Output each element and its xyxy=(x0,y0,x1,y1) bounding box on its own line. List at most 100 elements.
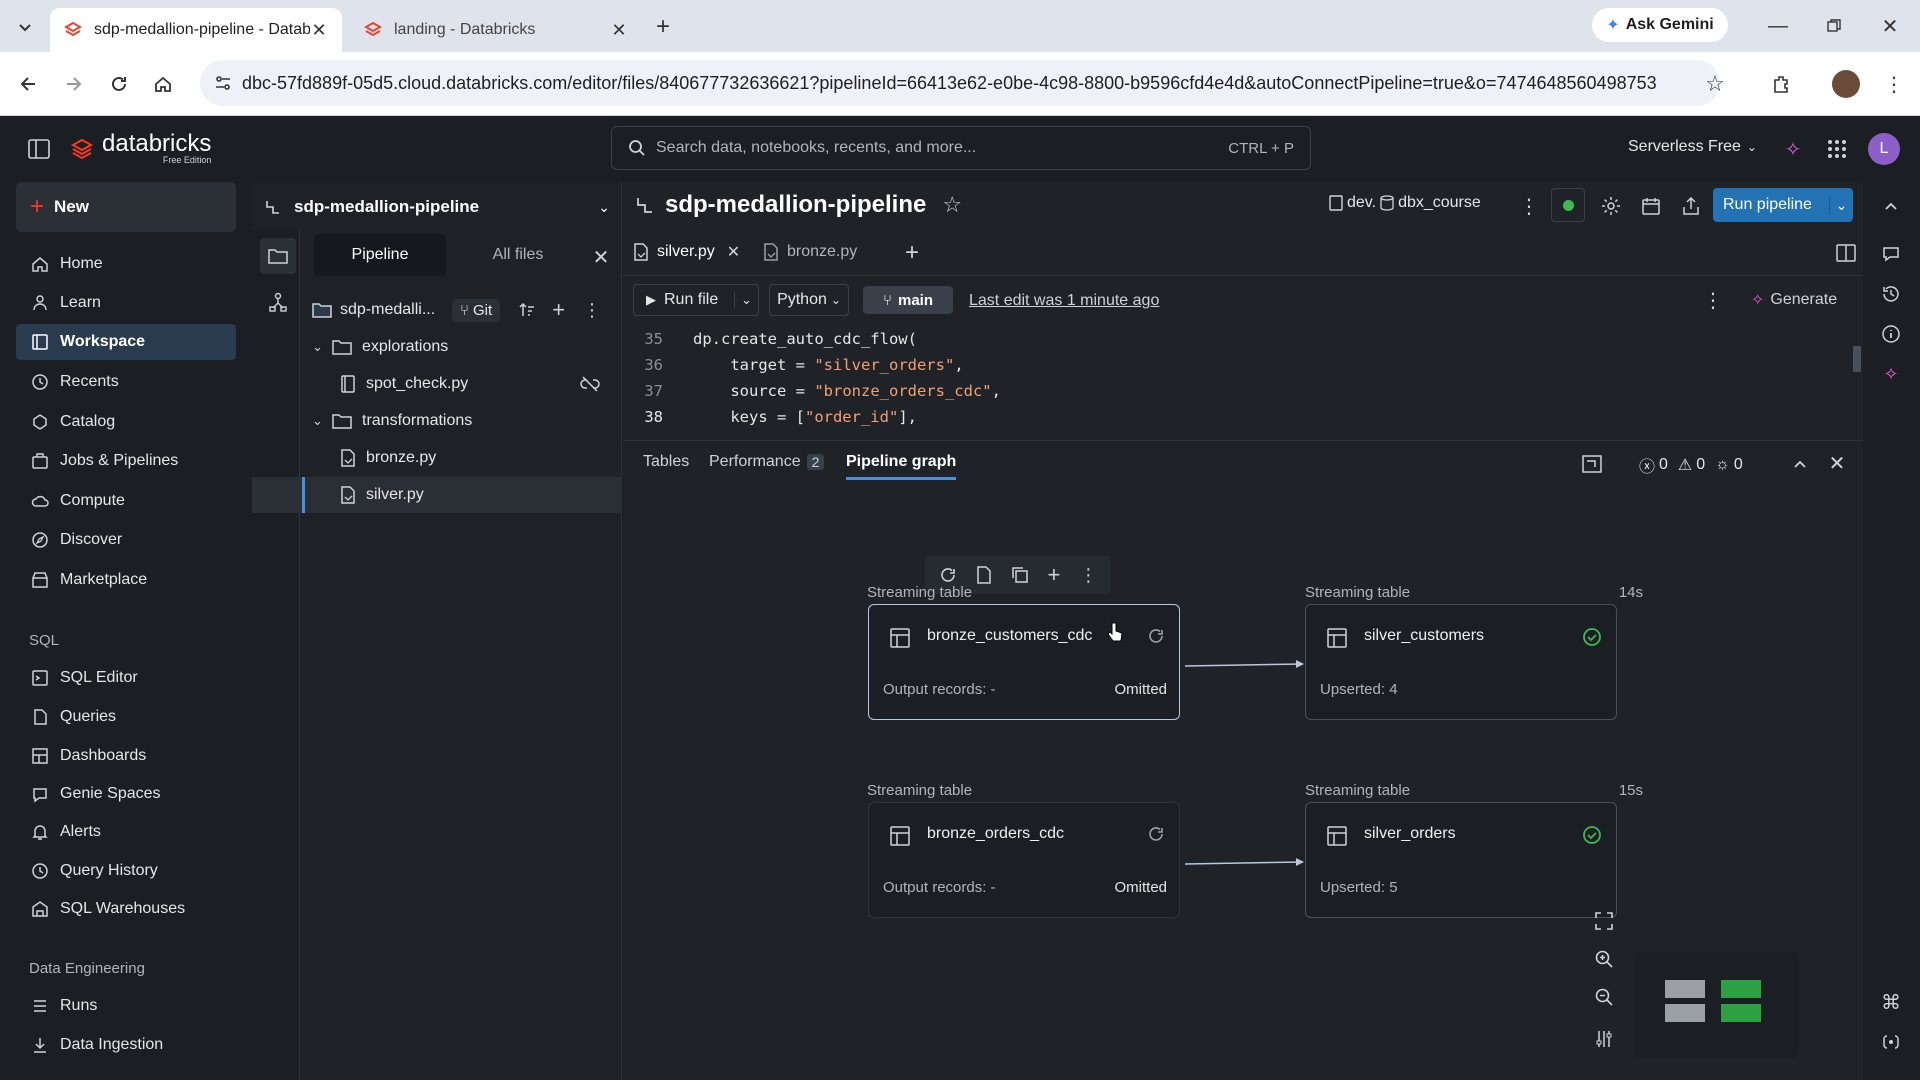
nav-item-alerts[interactable]: Alerts xyxy=(16,814,236,850)
tree-folder-explorations[interactable]: ⌄ explorations xyxy=(312,329,632,365)
close-tab-icon[interactable]: ✕ xyxy=(310,20,328,41)
branch-badge[interactable]: ⑂ main xyxy=(863,286,953,314)
nav-item-marketplace[interactable]: Marketplace xyxy=(16,562,236,598)
tree-file-spot-check[interactable]: spot_check.py xyxy=(340,366,620,402)
file-tab-silver[interactable]: silver.py ✕ xyxy=(633,234,753,270)
nav-item-discover[interactable]: Discover xyxy=(16,522,236,558)
issue-counters[interactable]: ⓧ 0 ⚠ 0 ☼ 0 xyxy=(1639,453,1743,477)
generate-button[interactable]: ✧ Generate xyxy=(1751,290,1837,310)
tab-tables[interactable]: Tables xyxy=(643,453,689,471)
comments-icon[interactable] xyxy=(1879,242,1903,266)
nav-item-sql-warehouses[interactable]: SQL Warehouses xyxy=(16,891,236,927)
tree-folder-transformations[interactable]: ⌄ transformations xyxy=(312,403,632,439)
browser-menu-icon[interactable]: ⋮ xyxy=(1882,69,1906,99)
home-page-icon[interactable] xyxy=(148,69,178,99)
nav-item-sql-editor[interactable]: SQL Editor xyxy=(16,660,236,696)
unlink-icon[interactable] xyxy=(580,376,600,392)
nav-item-data-ingestion[interactable]: Data Ingestion xyxy=(16,1027,236,1063)
more-options-icon[interactable]: ⋮ xyxy=(1703,288,1723,312)
restore-window-icon[interactable] xyxy=(1816,12,1852,40)
folder-rail-icon[interactable] xyxy=(260,238,296,274)
global-search-input[interactable]: Search data, notebooks, recents, and mor… xyxy=(611,126,1311,170)
reload-icon[interactable] xyxy=(104,69,134,99)
panel-tab-pipeline[interactable]: Pipeline xyxy=(314,234,446,276)
chevron-up-icon[interactable] xyxy=(1789,453,1811,475)
profile-avatar[interactable] xyxy=(1832,70,1860,98)
nav-item-queries[interactable]: Queries xyxy=(16,699,236,735)
fit-view-icon[interactable] xyxy=(1591,908,1617,934)
settings-gear-icon[interactable] xyxy=(1597,192,1625,220)
code-assistant-icon[interactable] xyxy=(1879,1030,1903,1054)
new-button[interactable]: + New xyxy=(16,182,236,232)
close-tab-icon[interactable]: ✕ xyxy=(727,242,740,262)
browser-tab[interactable]: landing - Databricks ✕ xyxy=(350,8,642,52)
assistant-sparkle-icon[interactable]: ✧ xyxy=(1780,136,1806,162)
nav-item-jobs-pipelines[interactable]: Jobs & Pipelines xyxy=(16,443,236,479)
pipeline-graph-canvas[interactable]: + ⋮ Streaming table Streaming table 14s … xyxy=(623,488,1863,1080)
user-avatar[interactable]: L xyxy=(1868,133,1900,165)
schedule-calendar-icon[interactable] xyxy=(1637,192,1665,220)
nav-item-learn[interactable]: Learn xyxy=(16,285,236,321)
chevron-down-icon[interactable]: ⌄ xyxy=(1829,196,1853,214)
add-tab-icon[interactable]: + xyxy=(899,239,925,266)
run-file-button[interactable]: ▶ Run file ⌄ xyxy=(633,284,759,316)
nav-item-recents[interactable]: Recents xyxy=(16,364,236,400)
close-tab-icon[interactable]: ✕ xyxy=(610,20,628,41)
back-icon[interactable] xyxy=(14,69,44,99)
nav-item-home[interactable]: Home xyxy=(16,246,236,282)
tab-pipeline-graph[interactable]: Pipeline graph xyxy=(846,453,957,480)
catalog-schema-selector[interactable]: dev. dbx_course xyxy=(1329,194,1481,212)
run-pipeline-button[interactable]: Run pipeline ⌄ xyxy=(1713,188,1853,222)
more-options-icon[interactable]: ⋮ xyxy=(1517,194,1541,218)
zoom-in-icon[interactable] xyxy=(1591,946,1617,972)
databricks-logo[interactable]: databricks Free Edition xyxy=(70,132,211,165)
split-view-icon[interactable] xyxy=(1833,242,1859,264)
close-panel-icon[interactable]: ✕ xyxy=(586,242,616,272)
favorite-star-icon[interactable]: ☆ xyxy=(942,192,962,218)
chevron-down-icon[interactable]: ⌄ xyxy=(734,292,758,308)
code-area[interactable]: 35 dp.create_auto_cdc_flow( 36 target = … xyxy=(623,326,1863,440)
tree-file-bronze[interactable]: bronze.py xyxy=(340,440,660,476)
tab-list-icon[interactable] xyxy=(10,12,40,42)
extensions-icon[interactable] xyxy=(1766,69,1796,99)
close-window-icon[interactable]: ✕ xyxy=(1872,12,1908,40)
schema-rail-icon[interactable] xyxy=(260,284,296,320)
browser-tab-active[interactable]: sdp-medallion-pipeline - Datab ✕ xyxy=(50,8,342,52)
ask-gemini-button[interactable]: ✦ Ask Gemini xyxy=(1592,8,1728,42)
forward-icon[interactable] xyxy=(58,69,88,99)
zoom-out-icon[interactable] xyxy=(1591,984,1617,1010)
nav-item-query-history[interactable]: Query History xyxy=(16,853,236,889)
sidebar-toggle-icon[interactable] xyxy=(26,136,52,162)
apps-grid-icon[interactable] xyxy=(1824,136,1850,162)
version-history-icon[interactable] xyxy=(1879,282,1903,306)
popout-icon[interactable] xyxy=(1579,453,1605,475)
nav-item-runs[interactable]: Runs xyxy=(16,988,236,1024)
nav-item-catalog[interactable]: Catalog xyxy=(16,404,236,440)
graph-minimap[interactable] xyxy=(1635,952,1799,1058)
keyboard-shortcuts-icon[interactable]: ⌘ xyxy=(1879,990,1903,1014)
nav-item-workspace[interactable]: Workspace xyxy=(16,324,236,360)
compute-selector[interactable]: Serverless Free ⌄ xyxy=(1628,138,1757,156)
add-file-icon[interactable]: + xyxy=(552,297,565,323)
bookmark-star-icon[interactable]: ☆ xyxy=(1700,69,1730,99)
code-scrollbar[interactable] xyxy=(1853,326,1861,426)
pipeline-selector[interactable]: sdp-medallion-pipeline ⌄ xyxy=(264,192,614,222)
tab-performance[interactable]: Performance 2 xyxy=(709,453,825,471)
last-edit-link[interactable]: Last edit was 1 minute ago xyxy=(969,292,1159,310)
graph-settings-icon[interactable] xyxy=(1591,1026,1617,1052)
share-export-icon[interactable] xyxy=(1677,192,1705,220)
tree-root[interactable]: sdp-medalli... ⑂ Git + ⋮ xyxy=(312,294,622,326)
nav-item-compute[interactable]: Compute xyxy=(16,483,236,519)
language-selector[interactable]: Python ⌄ xyxy=(769,284,849,316)
status-indicator[interactable] xyxy=(1551,188,1585,222)
git-button[interactable]: ⑂ Git xyxy=(452,298,501,322)
panel-tab-all-files[interactable]: All files xyxy=(452,234,584,276)
url-field[interactable]: dbc-57fd889f-05d5.cloud.databricks.com/e… xyxy=(200,60,1720,106)
new-tab-icon[interactable]: + xyxy=(648,12,678,42)
site-info-icon[interactable] xyxy=(214,74,232,92)
close-panel-icon[interactable]: ✕ xyxy=(1825,451,1849,475)
more-options-icon[interactable]: ⋮ xyxy=(583,300,601,321)
pipeline-title[interactable]: sdp-medallion-pipeline xyxy=(665,191,926,219)
nav-item-genie-spaces[interactable]: Genie Spaces xyxy=(16,776,236,812)
assistant-sparkle-icon[interactable]: ✧ xyxy=(1879,362,1903,386)
